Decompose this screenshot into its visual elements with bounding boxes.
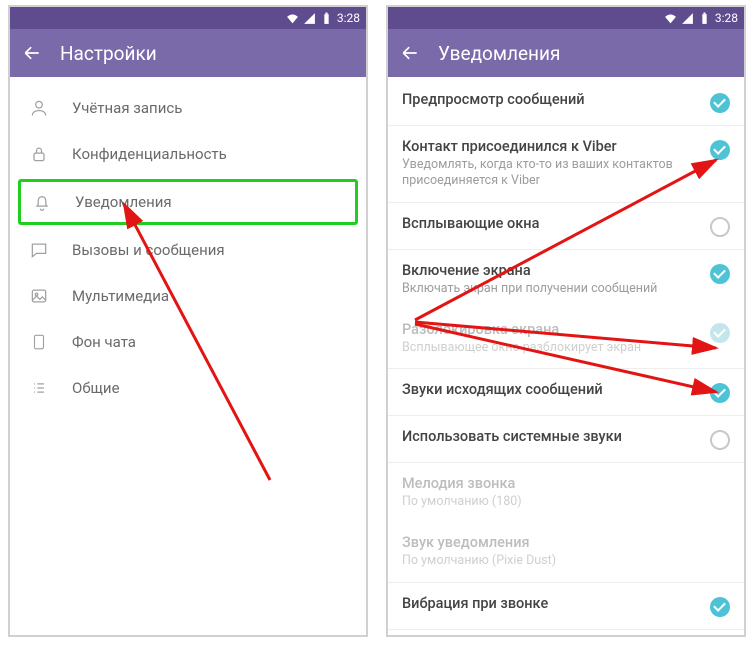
- menu-label: Вызовы и сообщения: [72, 241, 225, 259]
- setting-sub: По умолчанию (180): [402, 494, 730, 510]
- header-title: Уведомления: [438, 42, 560, 65]
- image-icon: [28, 285, 50, 307]
- toggle-on-icon[interactable]: [710, 597, 730, 617]
- back-icon[interactable]: [22, 43, 42, 63]
- bell-icon: [31, 191, 53, 213]
- menu-item-account[interactable]: Учётная запись: [10, 85, 366, 131]
- toggle-on-icon[interactable]: [710, 93, 730, 113]
- setting-title: Использовать системные звуки: [402, 428, 700, 445]
- settings-menu: Учётная запись Конфиденциальность Уведом…: [10, 77, 366, 411]
- status-time: 3:28: [715, 11, 738, 25]
- menu-item-notifications[interactable]: Уведомления: [18, 179, 358, 225]
- setting-sub: Включать экран при получении сообщений: [402, 281, 700, 297]
- status-time: 3:28: [337, 11, 360, 25]
- setting-preview[interactable]: Предпросмотр сообщений: [388, 79, 744, 126]
- setting-outgoing-sounds[interactable]: Звуки исходящих сообщений: [388, 369, 744, 416]
- setting-ringtone[interactable]: Мелодия звонка По умолчанию (180): [388, 463, 744, 522]
- statusbar: 3:28: [10, 7, 366, 29]
- setting-system-sounds[interactable]: Использовать системные звуки: [388, 416, 744, 463]
- user-icon: [28, 97, 50, 119]
- menu-label: Учётная запись: [72, 99, 182, 117]
- battery-icon: [698, 12, 711, 25]
- setting-notification-sound[interactable]: Звук уведомления По умолчанию (Pixie Dus…: [388, 522, 744, 582]
- toggle-on-icon[interactable]: [710, 264, 730, 284]
- menu-item-background[interactable]: Фон чата: [10, 319, 366, 365]
- menu-label: Уведомления: [75, 193, 172, 211]
- setting-title: Вибрация при звонке: [402, 595, 700, 612]
- setting-title: Контакт присоединился к Viber: [402, 138, 700, 155]
- lock-icon: [28, 143, 50, 165]
- toggle-off-icon[interactable]: [710, 217, 730, 237]
- signal-icon: [681, 12, 694, 25]
- menu-item-multimedia[interactable]: Мультимедиа: [10, 273, 366, 319]
- list-icon: [28, 377, 50, 399]
- menu-label: Мультимедиа: [72, 287, 169, 305]
- statusbar: 3:28: [388, 7, 744, 29]
- setting-unlock: Разблокировка экрана Всплывающее окно ра…: [388, 309, 744, 369]
- setting-title: Разблокировка экрана: [402, 321, 700, 338]
- wifi-icon: [664, 12, 677, 25]
- setting-title: Звук уведомления: [402, 534, 730, 551]
- toggle-on-icon[interactable]: [710, 140, 730, 160]
- phone-bg-icon: [28, 331, 50, 353]
- toggle-off-icon[interactable]: [710, 430, 730, 450]
- wifi-icon: [286, 12, 299, 25]
- menu-label: Фон чата: [72, 333, 136, 351]
- header-title: Настройки: [60, 42, 157, 65]
- header-notifications: Уведомления: [388, 29, 744, 77]
- menu-label: Общие: [72, 379, 120, 397]
- setting-title: Всплывающие окна: [402, 215, 700, 232]
- setting-vibration[interactable]: Вибрация при звонке: [388, 583, 744, 630]
- menu-item-privacy[interactable]: Конфиденциальность: [10, 131, 366, 177]
- toggle-disabled-icon: [710, 323, 730, 343]
- notifications-list: Предпросмотр сообщений Контакт присоедин…: [388, 77, 744, 630]
- setting-sub: Всплывающее окно разблокирует экран: [402, 340, 700, 356]
- header-settings: Настройки: [10, 29, 366, 77]
- setting-popups[interactable]: Всплывающие окна: [388, 203, 744, 250]
- setting-title: Предпросмотр сообщений: [402, 91, 700, 108]
- menu-label: Конфиденциальность: [72, 145, 227, 163]
- phone-notifications: 3:28 Уведомления Предпросмотр сообщений …: [386, 5, 746, 637]
- setting-sub: По умолчанию (Pixie Dust): [402, 553, 730, 569]
- chat-icon: [28, 239, 50, 261]
- signal-icon: [303, 12, 316, 25]
- toggle-on-icon[interactable]: [710, 383, 730, 403]
- setting-title: Включение экрана: [402, 262, 700, 279]
- menu-item-general[interactable]: Общие: [10, 365, 366, 411]
- setting-title: Мелодия звонка: [402, 475, 730, 492]
- setting-screen-on[interactable]: Включение экрана Включать экран при полу…: [388, 250, 744, 309]
- back-icon[interactable]: [400, 43, 420, 63]
- setting-sub: Уведомлять, когда кто-то из ваших контак…: [402, 157, 700, 190]
- setting-title: Звуки исходящих сообщений: [402, 381, 700, 398]
- battery-icon: [320, 12, 333, 25]
- menu-item-calls[interactable]: Вызовы и сообщения: [10, 227, 366, 273]
- setting-contact-joined[interactable]: Контакт присоединился к Viber Уведомлять…: [388, 126, 744, 203]
- phone-settings: 3:28 Настройки Учётная запись Конфиденци…: [8, 5, 368, 637]
